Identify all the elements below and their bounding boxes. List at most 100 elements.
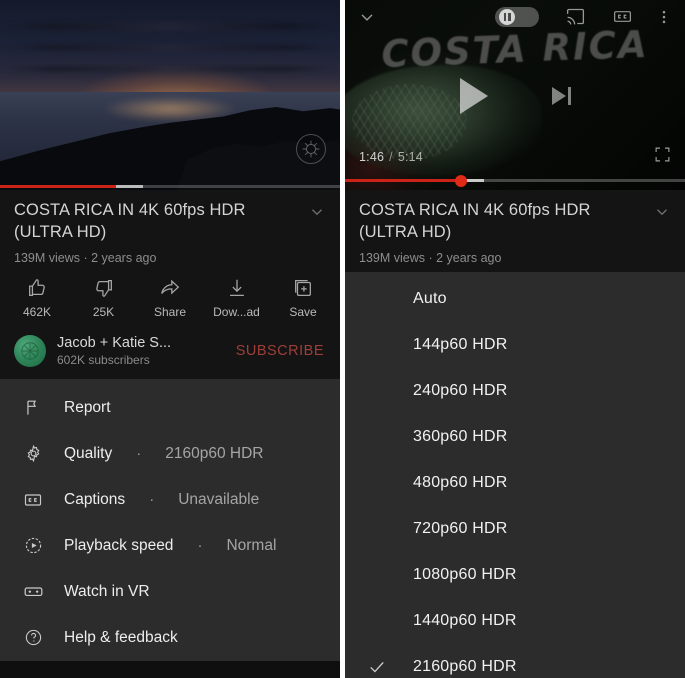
share-button[interactable]: Share <box>139 277 201 319</box>
chevron-down-icon[interactable] <box>653 203 671 226</box>
current-time: 1:46 <box>359 150 385 164</box>
time-separator: / <box>389 150 393 164</box>
channel-watermark-icon[interactable] <box>296 134 326 164</box>
gear-icon <box>22 444 44 463</box>
menu-label: Playback speed <box>64 536 174 554</box>
quality-label: 1440p60 HDR <box>413 612 517 629</box>
channel-avatar[interactable] <box>14 334 46 367</box>
checkmark-icon <box>367 657 413 677</box>
quality-option[interactable]: 360p60 HDR <box>345 414 685 460</box>
dislike-button[interactable]: 25K <box>73 277 135 319</box>
quality-option[interactable]: 480p60 HDR <box>345 460 685 506</box>
cloud-band <box>0 66 340 72</box>
menu-item-help-feedback[interactable]: Help & feedback <box>0 615 340 661</box>
flag-icon <box>22 398 44 417</box>
menu-separator: · <box>197 537 203 555</box>
menu-item-captions[interactable]: Captions · Unavailable <box>0 477 340 523</box>
closed-captions-icon <box>22 490 44 510</box>
progress-buffered <box>115 185 143 188</box>
save-button[interactable]: Save <box>272 277 334 319</box>
chevron-down-icon[interactable] <box>308 203 326 226</box>
comparison-screenshot: COSTA RICA IN 4K 60fps HDR (ULTRA HD) 13… <box>0 0 685 678</box>
dislike-count: 25K <box>92 304 115 319</box>
menu-value-captions: Unavailable <box>178 490 260 508</box>
cast-icon[interactable] <box>565 6 586 27</box>
cloud-band <box>0 22 340 31</box>
download-label: Dow...ad <box>213 304 260 319</box>
player-top-controls <box>345 6 685 27</box>
menu-label: Watch in VR <box>64 582 150 600</box>
menu-item-quality[interactable]: Quality · 2160p60 HDR <box>0 431 340 477</box>
more-vertical-icon[interactable] <box>655 8 673 26</box>
menu-item-playback-speed[interactable]: Playback speed · Normal <box>0 523 340 569</box>
player-time-row: 1:46 / 5:14 <box>359 146 671 168</box>
progress-played <box>345 179 461 182</box>
channel-subscribers: 602K subscribers <box>57 352 150 367</box>
menu-separator: · <box>149 491 155 509</box>
video-title: COSTA RICA IN 4K 60fps HDR (ULTRA HD) <box>359 201 591 241</box>
right-phone-panel: COSTA RICA 1:46 / 5:14 COSTA RICA IN 4K … <box>345 0 685 678</box>
panel-divider <box>340 0 345 678</box>
help-circle-icon <box>22 628 44 647</box>
progress-scrubber[interactable] <box>454 174 467 187</box>
progress-played <box>0 185 116 188</box>
like-count: 462K <box>22 304 52 319</box>
quality-label: 480p60 HDR <box>413 474 508 491</box>
left-phone-panel: COSTA RICA IN 4K 60fps HDR (ULTRA HD) 13… <box>0 0 340 678</box>
download-button[interactable]: Dow...ad <box>206 277 268 319</box>
menu-value-quality: 2160p60 HDR <box>165 444 264 462</box>
video-player-left[interactable] <box>0 0 340 190</box>
cloud-band <box>0 44 340 51</box>
vr-headset-icon <box>22 581 44 602</box>
quality-option[interactable]: 1440p60 HDR <box>345 598 685 644</box>
video-info-right: COSTA RICA IN 4K 60fps HDR (ULTRA HD) 13… <box>345 190 685 272</box>
quality-option[interactable]: 240p60 HDR <box>345 368 685 414</box>
player-center-controls <box>345 78 685 114</box>
video-meta: 139M views · 2 years ago <box>14 250 157 265</box>
quality-label: 1080p60 HDR <box>413 566 517 583</box>
subscribe-button[interactable]: SUBSCRIBE <box>236 343 326 359</box>
play-icon[interactable] <box>459 78 488 114</box>
video-actions-row: 462K 25K Share Dow...ad Save <box>0 264 340 329</box>
pause-icon <box>499 8 515 25</box>
video-info-left: COSTA RICA IN 4K 60fps HDR (ULTRA HD) 13… <box>0 190 340 265</box>
video-meta: 139M views · 2 years ago <box>359 250 502 265</box>
menu-label: Report <box>64 398 111 416</box>
duration: 5:14 <box>397 150 423 164</box>
quality-label: 240p60 HDR <box>413 382 508 399</box>
quality-label: 2160p60 HDR <box>413 658 517 675</box>
video-options-sheet: Report Quality · 2160p60 HDR Captions · … <box>0 378 340 661</box>
channel-name: Jacob + Katie S... <box>57 334 172 351</box>
pause-toggle[interactable] <box>495 6 539 27</box>
share-label: Share <box>153 304 187 319</box>
menu-item-report[interactable]: Report <box>0 385 340 431</box>
menu-label: Quality <box>64 444 113 462</box>
menu-item-watch-in-vr[interactable]: Watch in VR <box>0 569 340 615</box>
chevron-down-icon[interactable] <box>357 7 377 27</box>
quality-option[interactable]: 144p60 HDR <box>345 322 685 368</box>
closed-captions-icon[interactable] <box>612 6 633 27</box>
quality-label: 144p60 HDR <box>413 336 508 353</box>
quality-label: Auto <box>413 290 447 307</box>
video-progress-bar-left[interactable] <box>0 185 340 188</box>
quality-label: 720p60 HDR <box>413 520 508 537</box>
menu-label: Captions <box>64 490 126 508</box>
next-track-icon[interactable] <box>551 87 571 105</box>
menu-value-playback-speed: Normal <box>226 536 277 554</box>
playback-speed-icon <box>22 536 44 555</box>
fullscreen-icon[interactable] <box>654 146 671 168</box>
channel-row[interactable]: Jacob + Katie S... 602K subscribers SUBS… <box>0 328 340 379</box>
video-progress-bar-right[interactable] <box>345 174 685 187</box>
save-label: Save <box>289 304 317 319</box>
menu-separator: · <box>136 445 142 463</box>
quality-label: 360p60 HDR <box>413 428 508 445</box>
like-button[interactable]: 462K <box>6 277 68 319</box>
quality-option-selected[interactable]: 2160p60 HDR <box>345 644 685 678</box>
quality-option[interactable]: Auto <box>345 276 685 322</box>
quality-options-sheet: Auto 144p60 HDR 240p60 HDR 360p60 HDR 48… <box>345 272 685 678</box>
quality-option[interactable]: 720p60 HDR <box>345 506 685 552</box>
quality-option[interactable]: 1080p60 HDR <box>345 552 685 598</box>
menu-label: Help & feedback <box>64 628 178 646</box>
video-player-right[interactable]: COSTA RICA 1:46 / 5:14 <box>345 0 685 190</box>
video-title: COSTA RICA IN 4K 60fps HDR (ULTRA HD) <box>14 201 246 241</box>
